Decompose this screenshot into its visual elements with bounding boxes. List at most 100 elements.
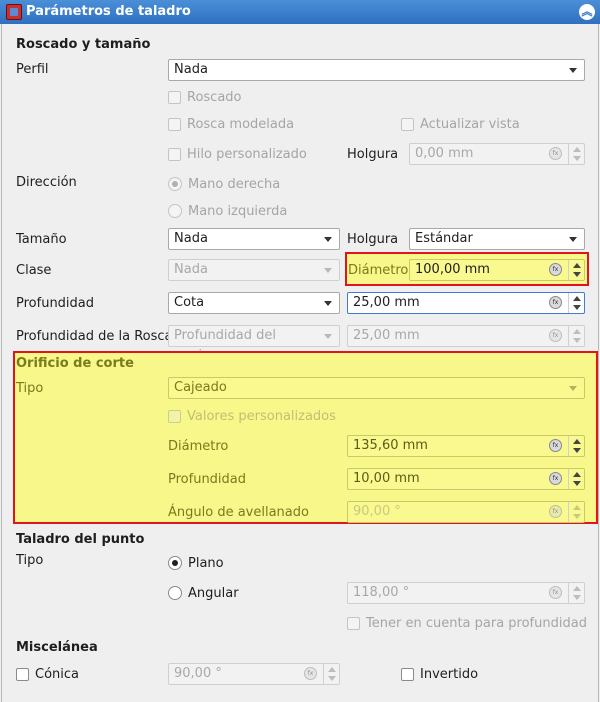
cut-depth-spinbox[interactable]: 10,00 mm fx xyxy=(347,468,585,490)
unit-selector-icon[interactable]: fx xyxy=(549,263,562,276)
spin-arrows[interactable] xyxy=(568,583,584,603)
update-view-checkbox[interactable] xyxy=(401,118,414,131)
drill-angle-value: 118,00 ° xyxy=(353,585,410,600)
right-hand-radio[interactable] xyxy=(168,177,182,191)
cut-depth-value: 10,00 mm xyxy=(353,471,420,486)
spin-up-icon[interactable] xyxy=(573,505,581,510)
cut-type-combo[interactable]: Cajeado xyxy=(168,377,585,399)
size-label: Tamaño xyxy=(16,232,67,247)
spin-up-icon[interactable] xyxy=(573,147,581,152)
take-into-account-label: Tener en cuenta para profundidad xyxy=(366,616,587,631)
class-combo-value: Nada xyxy=(174,262,208,277)
unit-selector-icon[interactable]: fx xyxy=(549,586,562,599)
size-combo[interactable]: Nada xyxy=(168,228,340,250)
spin-arrows[interactable] xyxy=(568,326,584,346)
spin-down-icon[interactable] xyxy=(573,448,581,453)
thread-depth-spinbox[interactable]: 25,00 mm fx xyxy=(347,325,585,347)
profile-combo[interactable]: Nada xyxy=(168,59,585,81)
thread-depth-type-combo[interactable]: Profundidad del agujero xyxy=(168,325,340,363)
tapered-checkbox[interactable] xyxy=(16,668,29,681)
take-into-account-checkbox[interactable] xyxy=(347,617,360,630)
depth-spinbox[interactable]: 25,00 mm fx xyxy=(347,292,585,314)
depth-type-combo[interactable]: Cota xyxy=(168,292,340,314)
spin-up-icon[interactable] xyxy=(328,667,336,672)
thread-depth-label: Profundidad de la Rosca xyxy=(16,329,173,344)
thread-diameter-value: 100,00 mm xyxy=(415,262,490,277)
chevron-down-icon xyxy=(569,237,577,242)
spin-down-icon[interactable] xyxy=(328,676,336,681)
cut-type-value: Cajeado xyxy=(174,380,227,395)
cut-depth-label: Profundidad xyxy=(168,472,247,487)
chevron-down-icon xyxy=(324,237,332,242)
spin-arrows[interactable] xyxy=(568,469,584,489)
fit-combo[interactable]: Estándar xyxy=(409,228,585,250)
thread-diameter-spinbox[interactable]: 100,00 mm fx xyxy=(409,259,585,281)
angled-label: Angular xyxy=(188,586,239,601)
reversed-label: Invertido xyxy=(420,667,479,682)
threaded-checkbox[interactable] xyxy=(168,91,181,104)
update-view-label: Actualizar vista xyxy=(420,117,520,132)
unit-selector-icon[interactable]: fx xyxy=(549,329,562,342)
thread-clearance-spinbox[interactable]: 0,00 mm fx xyxy=(409,143,585,165)
custom-values-checkbox[interactable] xyxy=(168,410,181,423)
spin-up-icon[interactable] xyxy=(573,472,581,477)
direction-label: Dirección xyxy=(16,175,77,190)
unit-selector-icon[interactable]: fx xyxy=(549,439,562,452)
unit-selector-icon[interactable]: fx xyxy=(549,147,562,160)
taper-angle-value: 90,00 ° xyxy=(174,666,222,681)
taper-angle-spinbox[interactable]: 90,00 ° fx xyxy=(168,663,340,685)
drill-angle-spinbox[interactable]: 118,00 ° fx xyxy=(347,582,585,604)
spin-up-icon[interactable] xyxy=(573,439,581,444)
spin-arrows[interactable] xyxy=(568,260,584,280)
spin-arrows[interactable] xyxy=(568,436,584,456)
countersink-angle-spinbox[interactable]: 90,00 ° fx xyxy=(347,501,585,523)
reversed-checkbox[interactable] xyxy=(401,668,414,681)
custom-thread-checkbox[interactable] xyxy=(168,148,181,161)
countersink-angle-label: Ángulo de avellanado xyxy=(168,505,309,520)
flat-radio[interactable] xyxy=(168,556,182,570)
chevron-down-icon xyxy=(324,301,332,306)
depth-type-value: Cota xyxy=(174,295,205,310)
spin-up-icon[interactable] xyxy=(573,329,581,334)
spin-down-icon[interactable] xyxy=(573,514,581,519)
class-label: Clase xyxy=(16,263,52,278)
spin-up-icon[interactable] xyxy=(573,263,581,268)
thread-depth-value: 25,00 mm xyxy=(353,328,420,343)
class-combo[interactable]: Nada xyxy=(168,259,340,281)
spin-down-icon[interactable] xyxy=(573,272,581,277)
section-cut-hole-title: Orificio de corte xyxy=(16,356,134,371)
spin-down-icon[interactable] xyxy=(573,338,581,343)
section-misc-title: Miscelánea xyxy=(16,640,98,655)
cut-diameter-spinbox[interactable]: 135,60 mm fx xyxy=(347,435,585,457)
spin-arrows[interactable] xyxy=(568,293,584,313)
unit-selector-icon[interactable]: fx xyxy=(549,472,562,485)
angled-radio[interactable] xyxy=(168,586,182,600)
custom-thread-label: Hilo personalizado xyxy=(187,147,307,162)
unit-selector-icon[interactable]: fx xyxy=(549,296,562,309)
thread-clearance-label: Holgura xyxy=(347,147,399,162)
fit-combo-value: Estándar xyxy=(415,231,473,246)
countersink-angle-value: 90,00 ° xyxy=(353,504,401,519)
spin-arrows[interactable] xyxy=(568,502,584,522)
left-hand-radio[interactable] xyxy=(168,204,182,218)
spin-up-icon[interactable] xyxy=(573,586,581,591)
spin-arrows[interactable] xyxy=(568,144,584,164)
size-combo-value: Nada xyxy=(174,231,208,246)
spin-arrows[interactable] xyxy=(323,664,339,684)
left-hand-label: Mano izquierda xyxy=(188,204,288,219)
unit-selector-icon[interactable]: fx xyxy=(304,667,317,680)
spin-up-icon[interactable] xyxy=(573,296,581,301)
flat-label: Plano xyxy=(188,556,224,571)
spin-down-icon[interactable] xyxy=(573,156,581,161)
spin-down-icon[interactable] xyxy=(573,595,581,600)
chevron-down-icon xyxy=(569,68,577,73)
spin-down-icon[interactable] xyxy=(573,305,581,310)
unit-selector-icon[interactable]: fx xyxy=(549,505,562,518)
profile-combo-value: Nada xyxy=(174,62,208,77)
right-hand-label: Mano derecha xyxy=(188,177,281,192)
collapse-icon[interactable]: ︽ xyxy=(579,4,595,20)
modeled-thread-checkbox[interactable] xyxy=(168,118,181,131)
depth-label: Profundidad xyxy=(16,296,95,311)
cut-type-label: Tipo xyxy=(16,381,44,396)
spin-down-icon[interactable] xyxy=(573,481,581,486)
